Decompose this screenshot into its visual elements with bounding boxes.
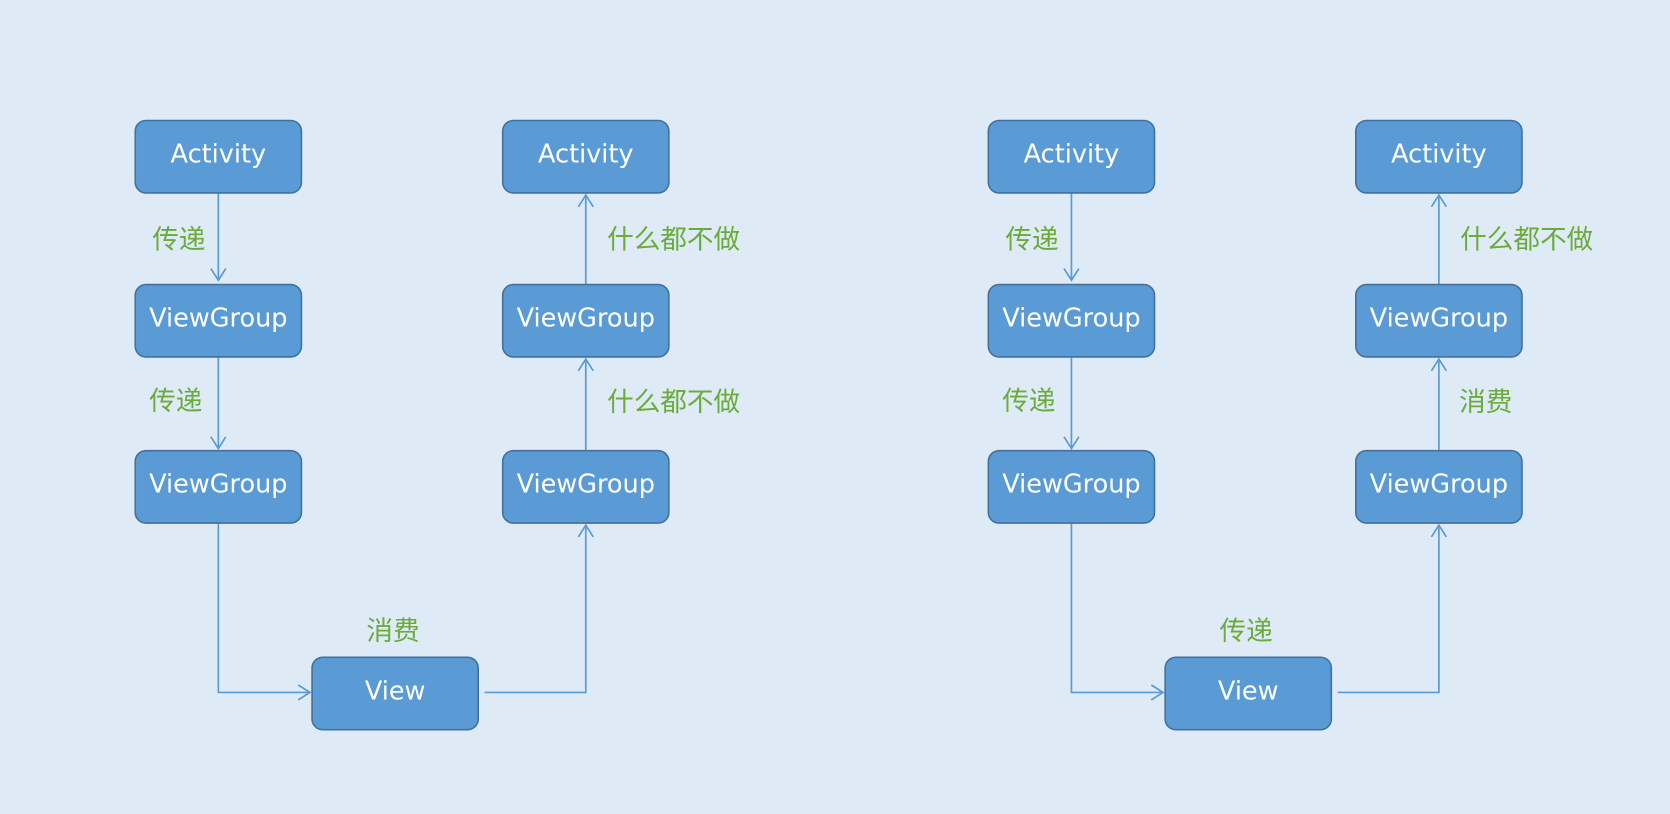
node-label: ViewGroup [149, 470, 287, 500]
node-label: ViewGroup [517, 304, 655, 334]
node-up-viewgroup-1: ViewGroup [501, 283, 670, 358]
node-label: ViewGroup [149, 304, 287, 334]
edge-label-activity-up: 什么都不做 [1460, 224, 1593, 255]
node-label: Activity [538, 140, 634, 170]
edge-label-activity-to-viewgroup: 传递 [152, 224, 205, 255]
node-label: ViewGroup [1002, 304, 1140, 334]
node-label: ViewGroup [1002, 470, 1140, 500]
node-down-activity: Activity [134, 119, 303, 194]
edge-label-activity-to-viewgroup: 传递 [1005, 224, 1058, 255]
node-down-viewgroup-2: ViewGroup [134, 449, 303, 524]
node-down-viewgroup-1: ViewGroup [134, 283, 303, 358]
node-down-viewgroup-2: ViewGroup [987, 449, 1156, 524]
node-label: ViewGroup [1370, 470, 1508, 500]
node-up-viewgroup-1: ViewGroup [1355, 283, 1523, 358]
node-label: ViewGroup [1370, 304, 1508, 334]
node-up-viewgroup-2: ViewGroup [501, 449, 670, 524]
edge-label-viewgroup-to-viewgroup: 传递 [149, 386, 202, 417]
edge-label-activity-up: 什么都不做 [607, 224, 740, 255]
touch-event-dispatch-diagram: Activity ViewGroup ViewGroup View ViewGroup V… [0, 0, 1670, 814]
node-label: View [365, 676, 426, 706]
node-view: View [1164, 656, 1333, 731]
edge-label-viewgroup-up: 消费 [1459, 387, 1512, 418]
edge-label-viewgroup-up: 什么都不做 [607, 387, 740, 418]
node-label: Activity [1391, 140, 1487, 170]
node-view: View [311, 656, 480, 731]
node-label: Activity [1024, 140, 1120, 170]
edge-label-view: 消费 [366, 616, 419, 647]
node-label: View [1218, 676, 1279, 706]
node-down-activity: Activity [987, 119, 1156, 194]
node-label: Activity [171, 140, 267, 170]
edge-label-view: 传递 [1219, 616, 1272, 647]
node-label: ViewGroup [517, 470, 655, 500]
node-up-viewgroup-2: ViewGroup [1355, 449, 1523, 524]
node-down-viewgroup-1: ViewGroup [987, 283, 1156, 358]
node-up-activity: Activity [1355, 119, 1523, 194]
edge-label-viewgroup-to-viewgroup: 传递 [1002, 386, 1055, 417]
node-up-activity: Activity [501, 119, 670, 194]
